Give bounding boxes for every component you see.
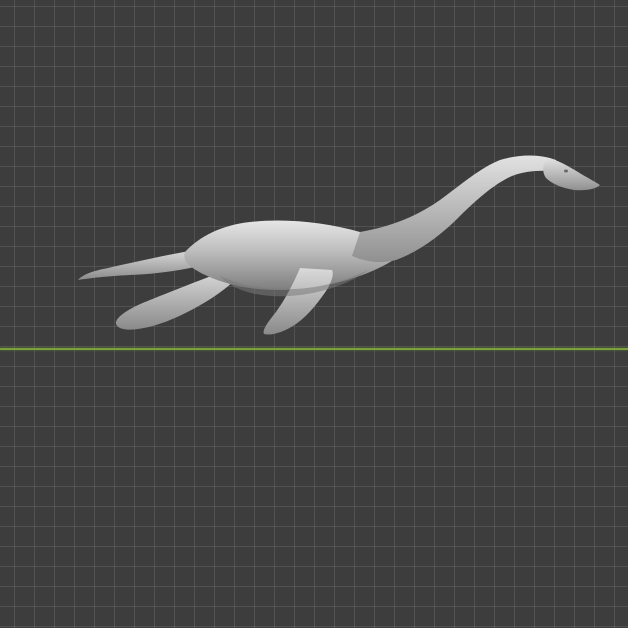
3d-viewport[interactable] [0, 0, 628, 628]
plesiosaur-model[interactable] [0, 0, 628, 628]
neck [352, 155, 562, 263]
head [543, 158, 600, 191]
eye [564, 169, 568, 173]
